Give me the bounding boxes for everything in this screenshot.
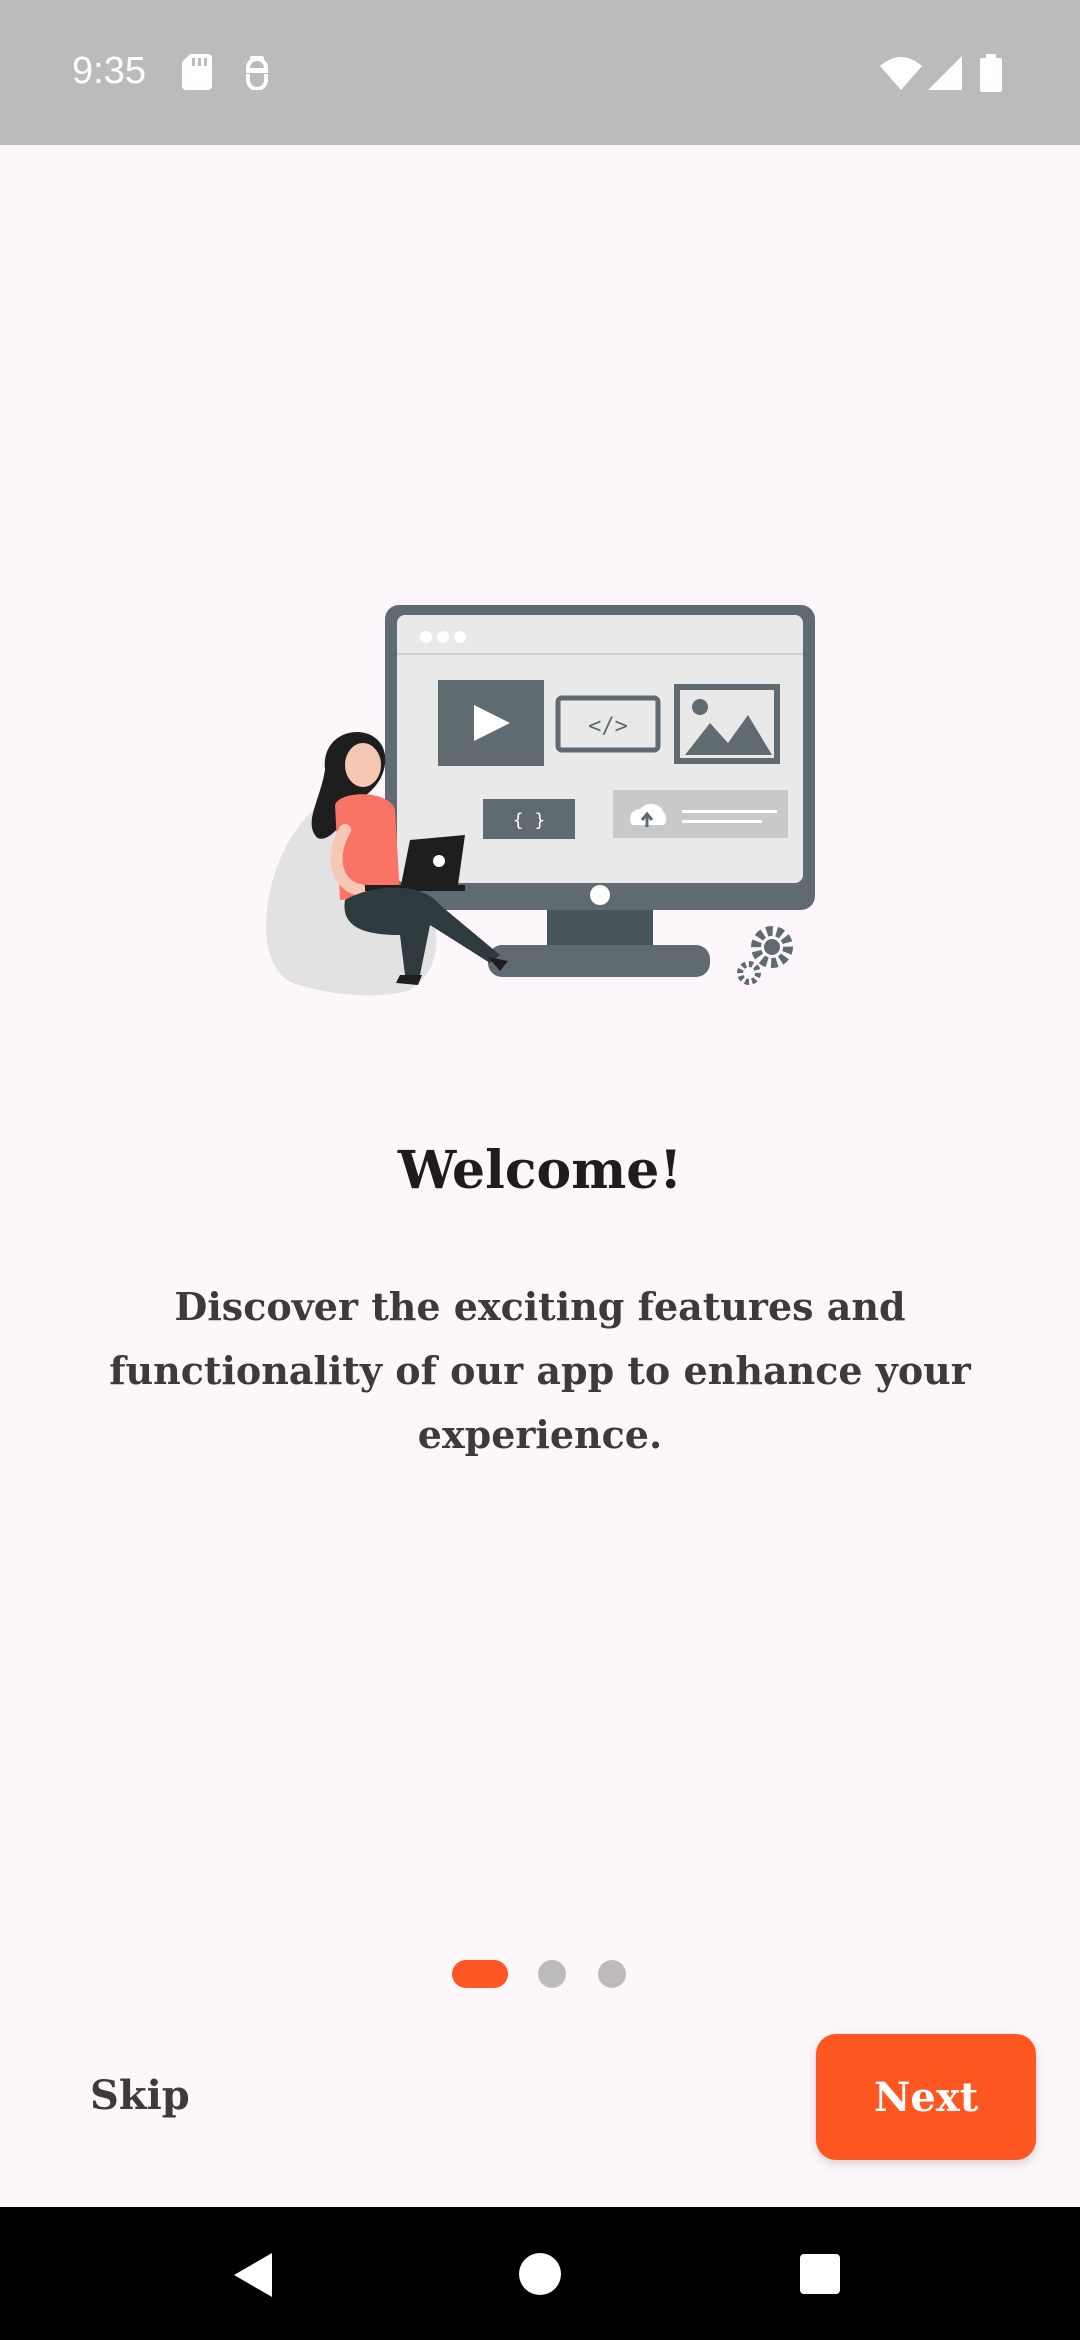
svg-text:{ }: { } xyxy=(513,810,546,831)
navigation-bar xyxy=(0,2207,1080,2340)
back-icon[interactable] xyxy=(232,2251,276,2304)
next-button-label: Next xyxy=(873,2073,979,2121)
next-button[interactable]: Next xyxy=(816,2034,1036,2160)
skip-button[interactable]: Skip xyxy=(90,2072,190,2119)
sd-card-icon xyxy=(182,54,212,95)
home-icon[interactable] xyxy=(518,2252,562,2301)
page-dot-active[interactable] xyxy=(452,1960,508,1988)
page-dot[interactable] xyxy=(538,1960,566,1988)
wifi-icon xyxy=(880,56,922,95)
onboarding-description: Discover the exciting features and funct… xyxy=(109,1284,971,1457)
signal-icon xyxy=(928,56,962,95)
headset-icon xyxy=(242,54,272,95)
page-dot[interactable] xyxy=(598,1960,626,1988)
svg-text:</>: </> xyxy=(588,714,628,739)
page-indicator xyxy=(452,1960,632,1990)
onboarding-illustration: </> { } xyxy=(260,595,820,1015)
onboarding-title: Welcome! xyxy=(397,1140,683,1201)
status-bar: 9:35 xyxy=(0,0,1080,145)
recents-icon[interactable] xyxy=(800,2254,840,2299)
status-time: 9:35 xyxy=(72,50,146,92)
battery-icon xyxy=(980,54,1002,97)
